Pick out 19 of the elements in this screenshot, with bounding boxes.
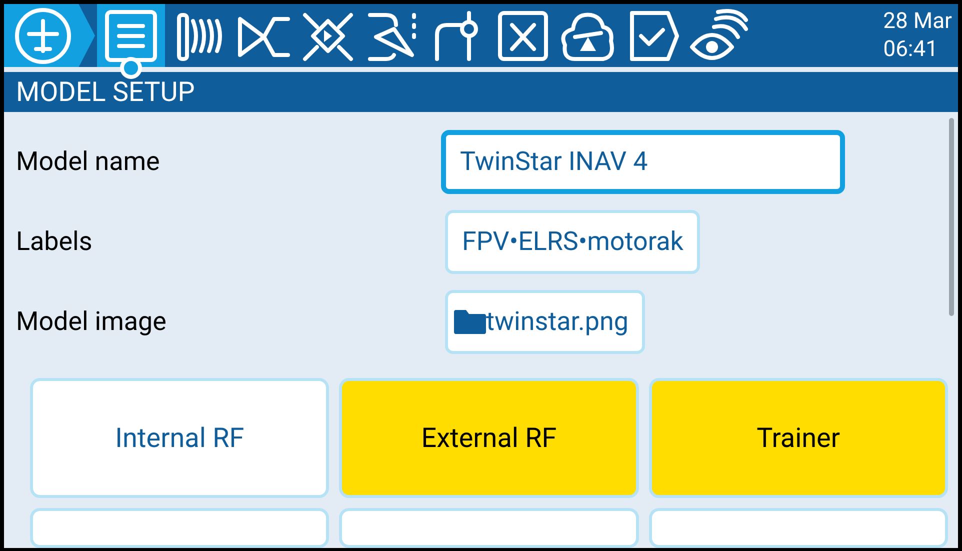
text-field[interactable]: TwinStar INAV 4 (441, 130, 845, 194)
text-field[interactable]: FPV•ELRS•motorak (445, 210, 700, 274)
scrollbar[interactable] (949, 118, 954, 316)
page-title: MODEL SETUP (16, 74, 195, 110)
field-label: Model image (15, 306, 168, 338)
time-text: 06:41 (883, 36, 938, 64)
list-icon (104, 8, 158, 63)
file-picker[interactable]: twinstar.png (445, 290, 646, 354)
field-label: Model name (15, 146, 161, 178)
folder-icon (454, 310, 486, 334)
date-text: 28 Mar (883, 8, 952, 36)
module-button[interactable]: Trainer (648, 378, 948, 498)
variable-icon (496, 8, 550, 63)
eye-signal-icon (688, 8, 748, 63)
menu-tab[interactable] (97, 4, 165, 68)
module-button[interactable]: External RF (339, 378, 639, 498)
home-tab[interactable] (4, 4, 95, 68)
field-label: Labels (15, 226, 94, 258)
module-button[interactable]: Internal RF (30, 378, 330, 498)
